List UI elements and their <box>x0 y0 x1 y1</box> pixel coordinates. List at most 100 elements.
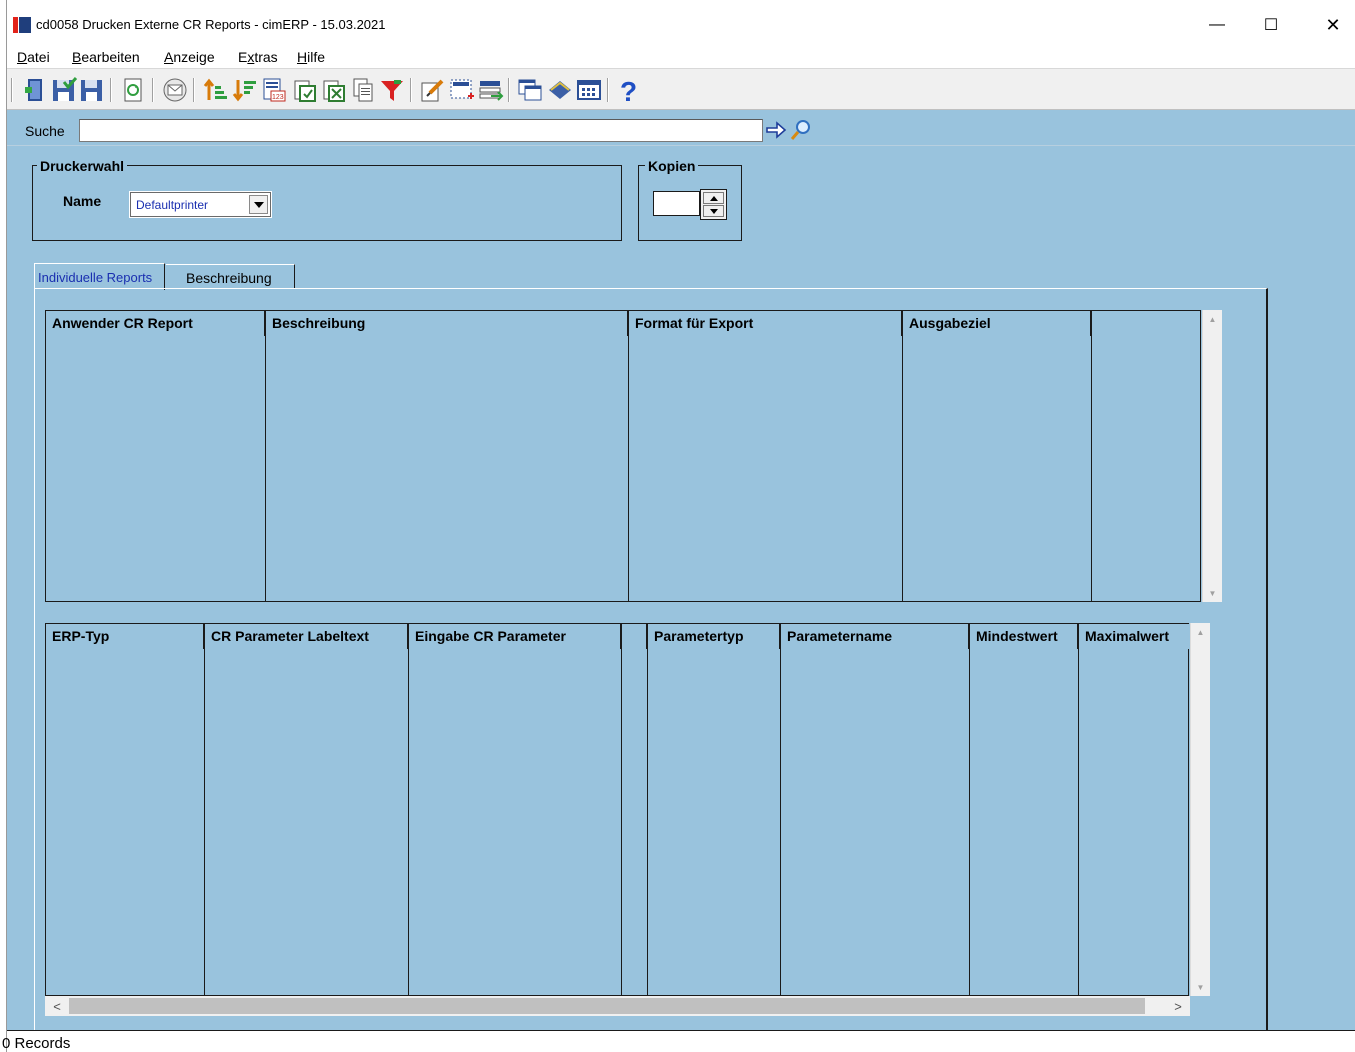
scroll-up-icon[interactable]: ▲ <box>1191 623 1210 641</box>
column-header[interactable]: Ausgabeziel <box>903 311 1092 336</box>
column-divider <box>1091 311 1092 601</box>
column-divider <box>408 624 409 995</box>
scroll-left-icon[interactable]: < <box>47 997 67 1015</box>
menu-anzeige[interactable]: Anzeige <box>164 49 215 65</box>
svg-text:?: ? <box>620 76 637 104</box>
search-icon[interactable] <box>789 118 813 142</box>
column-header[interactable]: Anwender CR Report <box>46 311 266 336</box>
toolbar-separator <box>152 78 154 102</box>
toolbar-separator <box>110 78 112 102</box>
calendar-icon[interactable]: 123 <box>259 75 289 105</box>
toolbar: 123 ? <box>7 68 1355 110</box>
toolbar-separator <box>410 78 412 102</box>
tab-beschreibung[interactable]: Beschreibung <box>166 264 295 288</box>
windows-icon[interactable] <box>515 75 545 105</box>
application-window: cd0058 Drucken Externe CR Reports - cimE… <box>2 0 1355 1052</box>
search-bar: Suche <box>7 110 1355 146</box>
printer-group: Druckerwahl Name Defaultprinter <box>32 158 622 241</box>
menu-hilfe[interactable]: Hilfe <box>297 49 325 65</box>
column-header[interactable]: Parametertyp <box>648 624 781 649</box>
copies-group: Kopien <box>638 158 742 241</box>
sort-ascending-icon[interactable] <box>201 75 231 105</box>
transfer-icon[interactable] <box>476 75 506 105</box>
menu-bearbeiten[interactable]: Bearbeiten <box>72 49 140 65</box>
title-bar: cd0058 Drucken Externe CR Reports - cimE… <box>7 0 1355 44</box>
column-divider <box>628 311 629 601</box>
column-header[interactable]: Parametername <box>781 624 970 649</box>
grid-icon[interactable] <box>574 75 604 105</box>
menu-extras[interactable]: Extras <box>238 49 278 65</box>
refresh-icon[interactable] <box>118 75 148 105</box>
toolbar-separator <box>11 78 13 102</box>
copies-group-title: Kopien <box>645 158 699 174</box>
save-all-icon[interactable] <box>49 75 79 105</box>
printer-group-title: Druckerwahl <box>37 158 128 174</box>
stepper-up-icon[interactable] <box>703 192 724 204</box>
book-icon[interactable] <box>545 75 575 105</box>
column-divider <box>265 311 266 601</box>
parameters-grid-header: ERP-Typ CR Parameter Labeltext Eingabe C… <box>46 624 1190 649</box>
exit-door-icon[interactable] <box>20 75 50 105</box>
column-header[interactable] <box>1092 311 1200 336</box>
column-header[interactable]: Maximalwert <box>1079 624 1190 649</box>
scroll-down-icon[interactable]: ▼ <box>1203 584 1222 602</box>
window-title: cd0058 Drucken Externe CR Reports - cimE… <box>36 17 386 32</box>
column-divider <box>780 624 781 995</box>
maximize-button[interactable]: ☐ <box>1248 8 1294 42</box>
toolbar-separator <box>193 78 195 102</box>
scroll-right-icon[interactable]: > <box>1168 997 1188 1015</box>
svg-text:123: 123 <box>272 94 284 101</box>
chevron-down-icon[interactable] <box>249 195 268 214</box>
main-panel: Druckerwahl Name Defaultprinter Kopien I… <box>7 146 1355 1030</box>
reports-grid-scrollbar[interactable]: ▲ ▼ <box>1202 310 1222 602</box>
printer-select-value: Defaultprinter <box>136 198 209 212</box>
edit-icon[interactable] <box>417 75 447 105</box>
menu-bar: Datei Bearbeiten Anzeige Extras Hilfe <box>7 44 1355 68</box>
reports-grid-header: Anwender CR Report Beschreibung Format f… <box>46 311 1200 336</box>
toolbar-separator <box>508 78 510 102</box>
column-header[interactable]: CR Parameter Labeltext <box>205 624 409 649</box>
save-icon[interactable] <box>77 75 107 105</box>
column-divider <box>1078 624 1079 995</box>
scroll-up-icon[interactable]: ▲ <box>1203 310 1222 328</box>
parameters-grid[interactable]: ERP-Typ CR Parameter Labeltext Eingabe C… <box>45 623 1190 996</box>
status-bar: 0 Records <box>2 1030 1355 1052</box>
stepper-down-icon[interactable] <box>703 205 724 217</box>
search-label: Suche <box>25 123 65 139</box>
horizontal-scrollbar[interactable]: < > <box>45 996 1190 1016</box>
reports-grid[interactable]: Anwender CR Report Beschreibung Format f… <box>45 310 1201 602</box>
column-header[interactable]: Mindestwert <box>970 624 1079 649</box>
printer-name-label: Name <box>63 193 102 209</box>
sort-descending-icon[interactable] <box>230 75 260 105</box>
close-button[interactable]: ✕ <box>1310 8 1355 42</box>
select-icon[interactable] <box>447 75 477 105</box>
export-icon[interactable] <box>290 75 320 105</box>
search-go-icon[interactable] <box>765 120 787 140</box>
mail-icon[interactable] <box>160 75 190 105</box>
menu-datei[interactable]: Datei <box>17 49 50 65</box>
column-header[interactable]: Beschreibung <box>266 311 629 336</box>
help-icon[interactable]: ? <box>613 75 643 105</box>
column-header[interactable]: ERP-Typ <box>46 624 205 649</box>
tab-individuelle-reports[interactable]: Individuelle Reports <box>34 263 165 290</box>
excel-icon[interactable] <box>319 75 349 105</box>
scrollbar-thumb[interactable] <box>69 998 1145 1014</box>
copies-stepper[interactable] <box>700 189 727 220</box>
column-divider <box>621 624 622 995</box>
column-divider <box>969 624 970 995</box>
parameters-grid-scrollbar[interactable]: ▲ ▼ <box>1190 623 1210 996</box>
search-input[interactable] <box>79 119 763 142</box>
scroll-down-icon[interactable]: ▼ <box>1191 978 1210 996</box>
column-header[interactable]: Format für Export <box>629 311 903 336</box>
column-header[interactable]: Eingabe CR Parameter <box>409 624 622 649</box>
copies-input[interactable] <box>653 191 700 216</box>
printer-select[interactable]: Defaultprinter <box>129 191 272 218</box>
column-divider <box>204 624 205 995</box>
column-header[interactable] <box>622 624 648 649</box>
copy-icon[interactable] <box>348 75 378 105</box>
column-divider <box>902 311 903 601</box>
filter-icon[interactable] <box>377 75 407 105</box>
column-divider <box>647 624 648 995</box>
toolbar-separator <box>607 78 609 102</box>
minimize-button[interactable]: — <box>1194 8 1240 42</box>
